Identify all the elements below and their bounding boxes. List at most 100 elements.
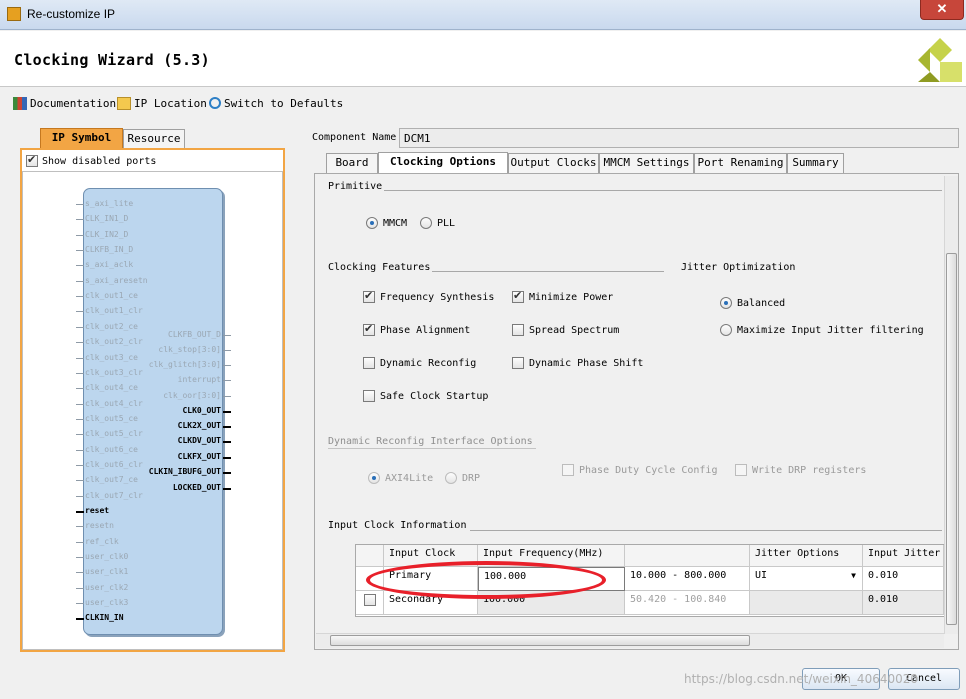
- port-label: clk_out3_clr: [85, 368, 143, 377]
- tab-clocking-options[interactable]: Clocking Options: [378, 152, 508, 174]
- radio-drp[interactable]: DRP: [445, 472, 480, 484]
- safe-clock-startup-label: Safe Clock Startup: [380, 390, 489, 402]
- port-label: user_clk0: [85, 552, 129, 561]
- tab-board[interactable]: Board: [326, 153, 378, 173]
- header-jitter-options: Jitter Options: [750, 545, 863, 567]
- port-label: user_clk1: [85, 567, 129, 576]
- port-pin: [76, 342, 84, 343]
- port-label: interrupt: [177, 375, 221, 384]
- radio-maximize-jitter[interactable]: Maximize Input Jitter filtering: [720, 324, 924, 336]
- port-pin: [223, 488, 231, 490]
- dynamic-reconfig-interface-title: Dynamic Reconfig Interface Options: [328, 436, 533, 447]
- show-disabled-ports-checkbox[interactable]: Show disabled ports: [26, 153, 157, 167]
- port-pin: [76, 235, 84, 236]
- port-pin: [223, 411, 231, 413]
- port-label: reset: [85, 506, 110, 515]
- primary-input-jitter[interactable]: 0.010: [863, 567, 944, 591]
- wizard-title: Clocking Wizard (5.3): [14, 51, 210, 69]
- port-label: clk_out5_clr: [85, 429, 143, 438]
- radio-icon: [368, 472, 380, 484]
- port-label: clk_out6_clr: [85, 460, 143, 469]
- port-pin: [223, 441, 231, 443]
- radio-pll[interactable]: PLL: [420, 217, 455, 229]
- port-label: clk_out5_ce: [85, 414, 138, 423]
- checkbox-icon: [512, 357, 524, 369]
- checkbox-icon: [363, 289, 375, 303]
- port-label: user_clk3: [85, 598, 129, 607]
- port-pin: [76, 434, 84, 435]
- watermark-text: https://blog.csdn.net/weixin_40640020: [684, 672, 919, 686]
- port-pin: [76, 219, 84, 220]
- port-pin: [76, 373, 84, 374]
- port-pin: [223, 396, 231, 397]
- component-name-input[interactable]: DCM1: [399, 128, 959, 148]
- port-label: clk_out7_ce: [85, 475, 138, 484]
- phase-duty-cycle-checkbox[interactable]: Phase Duty Cycle Config: [562, 464, 717, 476]
- port-pin: [76, 480, 84, 481]
- radio-balanced[interactable]: Balanced: [720, 297, 785, 309]
- radio-icon: [445, 472, 457, 484]
- tab-port-renaming[interactable]: Port Renaming: [694, 153, 787, 173]
- tab-summary[interactable]: Summary: [787, 153, 844, 173]
- dynamic-phase-shift-label: Dynamic Phase Shift: [529, 357, 644, 369]
- port-pin: [76, 572, 84, 573]
- radio-axi4lite[interactable]: AXI4Lite: [368, 472, 433, 484]
- port-label: clk_out4_clr: [85, 399, 143, 408]
- tab-output-clocks[interactable]: Output Clocks: [508, 153, 599, 173]
- show-disabled-ports-label: Show disabled ports: [42, 155, 157, 167]
- secondary-jitter-options[interactable]: [750, 591, 863, 615]
- tab-ip-symbol[interactable]: IP Symbol: [40, 128, 123, 148]
- port-label: s_axi_aclk: [85, 260, 134, 269]
- port-label: ref_clk: [85, 537, 119, 546]
- dynamic-reconfig-checkbox[interactable]: Dynamic Reconfig: [363, 357, 476, 369]
- axi4lite-label: AXI4Lite: [385, 472, 434, 484]
- port-label: clk_out3_ce: [85, 353, 138, 362]
- port-label: LOCKED_OUT: [172, 483, 221, 492]
- checkbox-icon: [364, 594, 376, 606]
- secondary-enable-checkbox[interactable]: [356, 591, 384, 615]
- port-label: clk_out2_ce: [85, 322, 138, 331]
- phase-alignment-checkbox[interactable]: Phase Alignment: [363, 322, 470, 336]
- dynamic-phase-shift-checkbox[interactable]: Dynamic Phase Shift: [512, 357, 643, 369]
- port-pin: [76, 327, 84, 328]
- phase-duty-label: Phase Duty Cycle Config: [579, 464, 718, 476]
- port-label: CLKFB_OUT_D: [168, 330, 221, 339]
- app-icon: [7, 7, 21, 21]
- documentation-button[interactable]: Documentation: [13, 95, 116, 111]
- port-label: CLKFX_OUT: [177, 452, 221, 461]
- ip-location-button[interactable]: IP Location: [117, 95, 207, 111]
- port-pin: [223, 380, 231, 381]
- port-label: CLK0_OUT: [182, 406, 221, 415]
- port-pin: [223, 426, 231, 428]
- radio-icon: [720, 324, 732, 336]
- checkbox-icon: [363, 322, 375, 336]
- component-name-label: Component Name: [312, 132, 397, 143]
- checkbox-icon: [562, 464, 574, 476]
- vertical-scroll-thumb[interactable]: [946, 253, 957, 625]
- port-label: clk_out1_ce: [85, 291, 138, 300]
- close-button[interactable]: ✕: [920, 0, 964, 20]
- port-label: clk_glitch[3:0]: [148, 360, 221, 369]
- checkbox-icon: [363, 357, 375, 369]
- write-drp-checkbox[interactable]: Write DRP registers: [735, 464, 866, 476]
- port-pin: [76, 404, 84, 405]
- port-label: clk_out4_ce: [85, 383, 138, 392]
- tab-resource[interactable]: Resource: [123, 129, 185, 149]
- safe-clock-startup-checkbox[interactable]: Safe Clock Startup: [363, 390, 488, 402]
- port-pin: [76, 618, 84, 620]
- horizontal-scroll-thumb[interactable]: [330, 635, 750, 646]
- port-label: CLK_IN2_D: [85, 230, 129, 239]
- minimize-power-checkbox[interactable]: Minimize Power: [512, 289, 613, 303]
- port-pin: [76, 588, 84, 589]
- secondary-input-jitter[interactable]: 0.010: [863, 591, 944, 615]
- checkbox-icon: [512, 289, 524, 303]
- spread-spectrum-checkbox[interactable]: Spread Spectrum: [512, 324, 619, 336]
- port-pin: [76, 542, 84, 543]
- radio-mmcm[interactable]: MMCM: [366, 217, 407, 229]
- wizard-header: Clocking Wizard (5.3): [0, 31, 966, 87]
- tab-mmcm-settings[interactable]: MMCM Settings: [599, 153, 694, 173]
- switch-to-defaults-button[interactable]: Switch to Defaults: [209, 95, 343, 111]
- frequency-synthesis-checkbox[interactable]: Frequency Synthesis: [363, 289, 494, 303]
- primary-jitter-options-select[interactable]: UI ▼: [750, 567, 863, 591]
- pll-label: PLL: [437, 217, 456, 229]
